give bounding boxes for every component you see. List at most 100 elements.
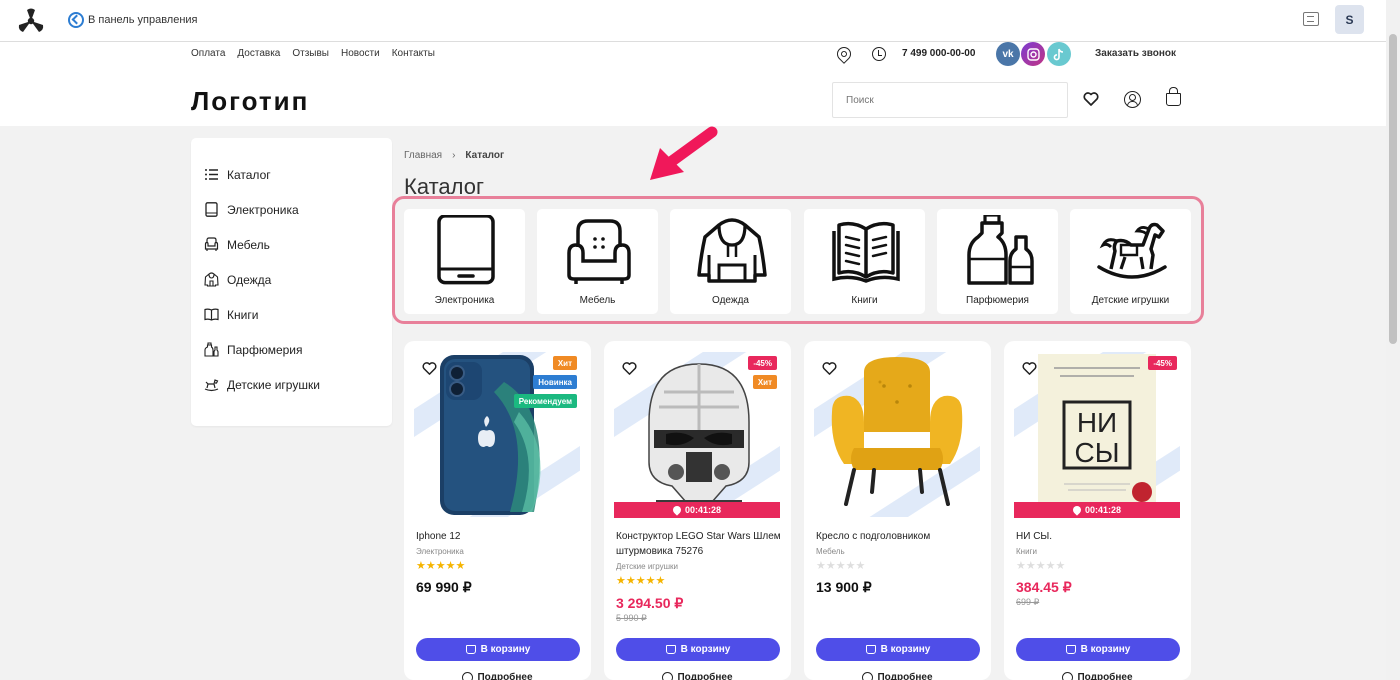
eye-icon: [862, 672, 874, 680]
sidebar-item-furniture[interactable]: Мебель: [204, 237, 270, 252]
user-avatar[interactable]: S: [1335, 5, 1364, 34]
sidebar-item-label: Парфюмерия: [227, 342, 303, 357]
site-header: Оплата Доставка Отзывы Новости Контакты …: [0, 42, 1386, 126]
product-price: 3 294.50 ₽: [616, 595, 684, 611]
back-to-dashboard-link[interactable]: В панель управления: [68, 12, 198, 28]
eye-icon: [462, 672, 474, 680]
nav-link-news[interactable]: Новости: [341, 48, 380, 59]
add-to-cart-label: В корзину: [680, 644, 731, 655]
category-label: Электроника: [434, 295, 495, 306]
sidebar-item-catalog[interactable]: Каталог: [204, 167, 271, 182]
cart-bag-icon[interactable]: [1166, 87, 1181, 106]
details-link[interactable]: Подробнее: [604, 672, 791, 680]
perfume-icon: [204, 342, 219, 357]
details-link[interactable]: Подробнее: [804, 672, 991, 680]
product-card[interactable]: Хит Новинка Рекомендуем Iphone 12 Электр…: [404, 341, 591, 680]
sidebar-item-books[interactable]: Книги: [204, 307, 258, 322]
product-price: 69 990 ₽: [416, 579, 472, 595]
category-label: Парфюмерия: [966, 295, 1029, 306]
nav-link-delivery[interactable]: Доставка: [237, 48, 280, 59]
add-to-favorites-heart-icon[interactable]: [1022, 361, 1037, 376]
armchair-icon: [204, 237, 219, 251]
sidebar-item-label: Одежда: [227, 272, 272, 287]
back-to-dashboard-label: В панель управления: [88, 14, 198, 26]
product-card[interactable]: НИ СЫ 00:41:28 -45% НИ СЫ. Книги ★★★★★ 3…: [1004, 341, 1191, 680]
chat-icon[interactable]: [1303, 12, 1319, 26]
add-to-favorites-heart-icon[interactable]: [422, 361, 437, 376]
annotation-arrow-icon: [650, 126, 718, 180]
category-card-furniture[interactable]: Мебель: [537, 209, 658, 314]
details-link[interactable]: Подробнее: [1004, 672, 1191, 680]
badge-discount: -45%: [748, 356, 777, 370]
nav-link-contacts[interactable]: Контакты: [392, 48, 435, 59]
hoodie-icon: [204, 272, 219, 287]
sidebar-item-perfume[interactable]: Парфюмерия: [204, 342, 303, 357]
badge-recommended: Рекомендуем: [513, 394, 577, 408]
add-to-favorites-heart-icon[interactable]: [822, 361, 837, 376]
product-name[interactable]: Iphone 12: [416, 529, 581, 544]
tiktok-icon[interactable]: [1047, 42, 1071, 66]
add-to-cart-button[interactable]: В корзину: [616, 638, 780, 661]
add-to-cart-button[interactable]: В корзину: [816, 638, 980, 661]
scroll-thumb[interactable]: [1389, 34, 1397, 344]
product-category: Книги: [1016, 547, 1037, 556]
product-image[interactable]: [814, 352, 980, 517]
sidebar-item-label: Каталог: [227, 167, 271, 182]
site-logo-icon[interactable]: [18, 8, 44, 34]
admin-bar: В панель управления S: [0, 0, 1386, 42]
add-to-cart-button[interactable]: В корзину: [416, 638, 580, 661]
request-callback-link[interactable]: Заказать звонок: [1095, 48, 1176, 59]
book-icon: [832, 221, 900, 283]
category-card-books[interactable]: Книги: [804, 209, 925, 314]
category-card-perfume[interactable]: Парфюмерия: [937, 209, 1058, 314]
details-label: Подробнее: [1077, 672, 1133, 680]
nav-link-reviews[interactable]: Отзывы: [292, 48, 329, 59]
book-icon: [204, 308, 219, 321]
nav-link-payment[interactable]: Оплата: [191, 48, 225, 59]
badge-new: Новинка: [533, 375, 577, 389]
product-image[interactable]: НИ СЫ: [1014, 352, 1180, 517]
timer-value: 00:41:28: [684, 505, 722, 515]
countdown-timer: 00:41:28: [1014, 502, 1180, 518]
old-price: 5 990 ₽: [616, 613, 647, 623]
category-card-toys[interactable]: Детские игрушки: [1070, 209, 1191, 314]
product-card[interactable]: 00:41:28 -45% Хит Конструктор LEGO Star …: [604, 341, 791, 680]
breadcrumb: Главная › Каталог: [404, 150, 504, 161]
sidebar-item-clothes[interactable]: Одежда: [204, 272, 271, 287]
cart-bag-icon: [1065, 645, 1076, 654]
add-to-favorites-heart-icon[interactable]: [622, 361, 637, 376]
breadcrumb-home-link[interactable]: Главная: [404, 150, 442, 161]
category-card-clothes[interactable]: Одежда: [670, 209, 791, 314]
vk-icon[interactable]: vk: [996, 42, 1020, 66]
perfume-icon: [967, 215, 1034, 285]
product-name[interactable]: Кресло с подголовником: [816, 529, 981, 544]
sidebar-item-label: Детские игрушки: [227, 377, 320, 392]
tablet-icon: [437, 215, 495, 285]
product-category: Детские игрушки: [616, 562, 678, 571]
clock-icon[interactable]: [872, 47, 886, 61]
category-label: Книги: [851, 295, 878, 306]
search-input[interactable]: [832, 82, 1068, 118]
site-logo[interactable]: Логотип: [191, 86, 309, 117]
account-icon[interactable]: [1124, 91, 1141, 108]
breadcrumb-separator: ›: [452, 150, 456, 161]
sidebar-item-toys[interactable]: Детские игрушки: [204, 377, 320, 392]
product-name[interactable]: НИ СЫ.: [1016, 529, 1181, 544]
product-card[interactable]: Кресло с подголовником Мебель ★★★★★ 13 9…: [804, 341, 991, 680]
product-name[interactable]: Конструктор LEGO Star Wars Шлем штурмови…: [616, 529, 781, 559]
favorites-heart-icon[interactable]: [1083, 91, 1099, 107]
rating-stars: ★★★★★: [616, 575, 666, 587]
category-card-electronics[interactable]: Электроника: [404, 209, 525, 314]
add-to-cart-button[interactable]: В корзину: [1016, 638, 1180, 661]
instagram-icon[interactable]: [1021, 42, 1045, 66]
phone-number[interactable]: 7 499 000-00-00: [902, 48, 975, 59]
svg-text:СЫ: СЫ: [1074, 437, 1119, 468]
details-link[interactable]: Подробнее: [404, 672, 591, 680]
old-price: 699 ₽: [1016, 597, 1040, 607]
category-label: Одежда: [712, 295, 749, 306]
sidebar-item-electronics[interactable]: Электроника: [204, 202, 299, 217]
page-scrollbar[interactable]: [1386, 0, 1400, 680]
location-pin-icon[interactable]: [834, 44, 854, 64]
add-to-cart-label: В корзину: [880, 644, 931, 655]
details-label: Подробнее: [677, 672, 733, 680]
